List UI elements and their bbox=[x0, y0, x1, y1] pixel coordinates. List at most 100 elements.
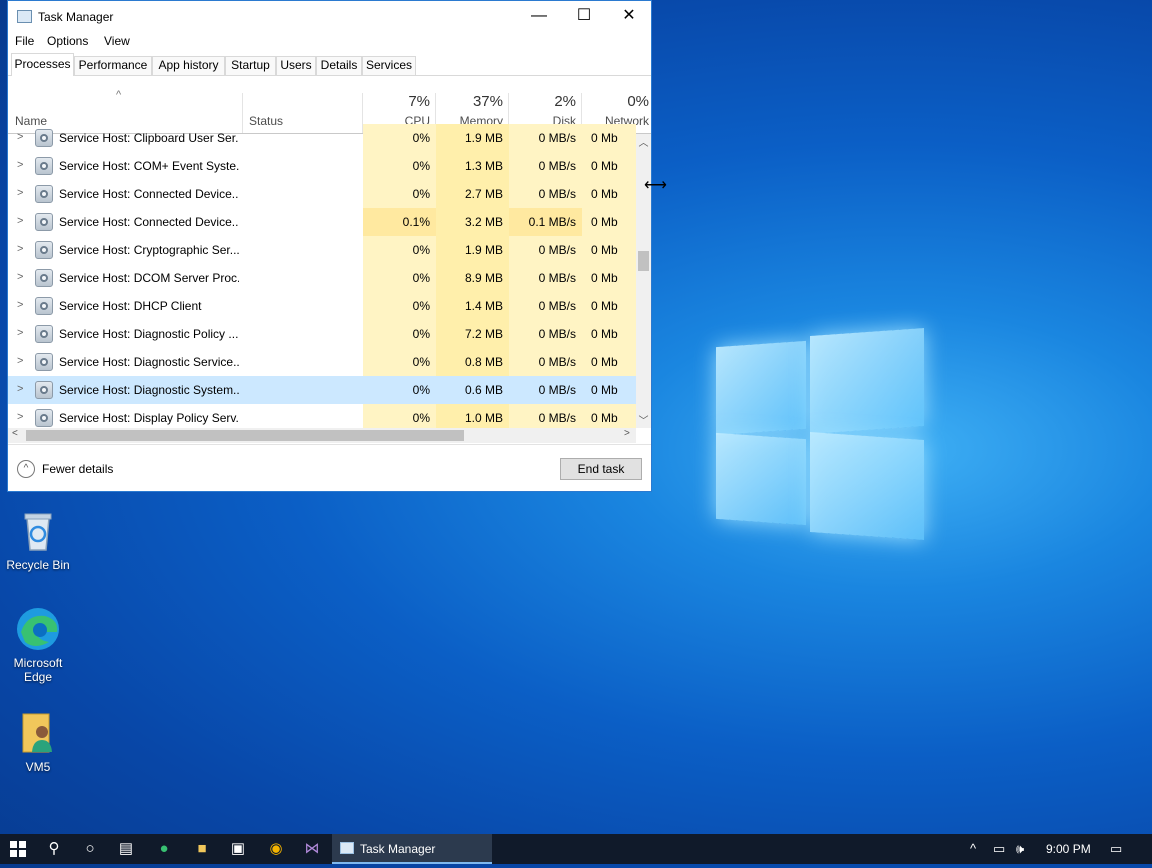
start-button[interactable] bbox=[0, 834, 36, 864]
expand-chevron-icon[interactable]: > bbox=[17, 299, 23, 311]
search-icon[interactable]: ⚲ bbox=[36, 834, 72, 864]
process-row[interactable]: > Service Host: Diagnostic System... 0% 0.6… bbox=[8, 376, 636, 404]
process-cpu: 0% bbox=[363, 292, 436, 320]
process-network: 0 Mb bbox=[582, 208, 636, 236]
process-network: 0 Mb bbox=[582, 180, 636, 208]
tab-users[interactable]: Users bbox=[276, 56, 316, 75]
process-cpu: 0% bbox=[363, 152, 436, 180]
process-network: 0 Mb bbox=[582, 348, 636, 376]
service-host-gear-icon bbox=[35, 241, 53, 259]
expand-chevron-icon[interactable]: > bbox=[17, 159, 23, 171]
expand-chevron-icon[interactable]: > bbox=[17, 271, 23, 283]
taskbar-task-manager[interactable]: Task Manager bbox=[332, 834, 492, 864]
process-row[interactable]: > Service Host: Cryptographic Ser... 0% 1.9… bbox=[8, 236, 636, 264]
process-memory: 0.6 MB bbox=[436, 376, 509, 404]
service-host-gear-icon bbox=[35, 269, 53, 287]
windows-start-icon bbox=[10, 841, 26, 857]
disk-total: 2% bbox=[554, 93, 576, 110]
tab-strip: Processes Performance App history Startu… bbox=[8, 51, 651, 76]
desktop-icon-vm5[interactable]: VM5 bbox=[0, 710, 76, 774]
service-host-gear-icon bbox=[35, 297, 53, 315]
scroll-up-arrow-icon[interactable]: ︿ bbox=[636, 134, 651, 149]
process-cpu: 0% bbox=[363, 124, 436, 152]
tab-app-history[interactable]: App history bbox=[152, 56, 225, 75]
horizontal-scroll-thumb[interactable] bbox=[26, 430, 464, 441]
expand-chevron-icon[interactable]: > bbox=[17, 383, 23, 395]
action-center-icon[interactable]: ▭ bbox=[1110, 834, 1122, 864]
task-view-icon[interactable]: ▤ bbox=[108, 834, 144, 864]
process-row[interactable]: > Service Host: COM+ Event Syste... 0% 1.3 … bbox=[8, 152, 636, 180]
desktop-icon-recycle-bin[interactable]: Recycle Bin bbox=[0, 508, 76, 572]
expand-chevron-icon[interactable]: > bbox=[17, 187, 23, 199]
expand-chevron-icon[interactable]: > bbox=[17, 327, 23, 339]
process-network: 0 Mb bbox=[582, 320, 636, 348]
expand-chevron-icon[interactable]: > bbox=[17, 131, 23, 143]
process-disk: 0.1 MB/s bbox=[509, 208, 582, 236]
process-row[interactable]: > Service Host: Display Policy Serv... 0% 1… bbox=[8, 404, 636, 428]
process-cpu: 0% bbox=[363, 376, 436, 404]
tab-performance[interactable]: Performance bbox=[74, 56, 152, 75]
end-task-button[interactable]: End task bbox=[560, 458, 642, 480]
cortana-icon[interactable]: ○ bbox=[72, 834, 108, 864]
maximize-button[interactable]: ☐ bbox=[561, 1, 607, 31]
horizontal-scrollbar[interactable]: < > bbox=[8, 428, 636, 443]
process-cpu: 0.1% bbox=[363, 208, 436, 236]
close-button[interactable]: ✕ bbox=[606, 1, 652, 31]
title-bar[interactable]: Task Manager — ☐ ✕ bbox=[8, 1, 651, 31]
process-network: 0 Mb bbox=[582, 264, 636, 292]
desktop-icon-edge[interactable]: Microsoft Edge bbox=[0, 606, 76, 684]
process-row[interactable]: > Service Host: Diagnostic Service... 0% 0.… bbox=[8, 348, 636, 376]
network-icon[interactable]: ▭ bbox=[993, 834, 1005, 864]
service-host-gear-icon bbox=[35, 381, 53, 399]
clock[interactable]: 9:00 PM bbox=[1046, 842, 1091, 856]
menu-bar: File Options View bbox=[8, 31, 651, 51]
process-row[interactable]: > Service Host: Clipboard User Ser... 0% 1.… bbox=[8, 124, 636, 152]
process-name: Service Host: Display Policy Serv... bbox=[59, 411, 239, 425]
chrome-icon[interactable]: ◉ bbox=[258, 834, 294, 864]
task-manager-window[interactable]: Task Manager — ☐ ✕ File Options View Pro… bbox=[7, 0, 652, 492]
menu-options[interactable]: Options bbox=[47, 34, 88, 48]
process-memory: 1.9 MB bbox=[436, 236, 509, 264]
sort-ascending-icon: ^ bbox=[116, 89, 122, 101]
scroll-right-arrow-icon[interactable]: > bbox=[624, 428, 630, 439]
process-memory: 1.3 MB bbox=[436, 152, 509, 180]
store-icon[interactable]: ▣ bbox=[220, 834, 256, 864]
visual-studio-icon[interactable]: ⋈ bbox=[294, 834, 330, 864]
process-row[interactable]: > Service Host: Connected Device... 0% 2.7 … bbox=[8, 180, 636, 208]
expand-chevron-icon[interactable]: > bbox=[17, 215, 23, 227]
footer: ^ Fewer details End task bbox=[8, 444, 651, 493]
tab-services[interactable]: Services bbox=[362, 56, 416, 75]
process-network: 0 Mb bbox=[582, 292, 636, 320]
expand-chevron-icon[interactable]: > bbox=[17, 355, 23, 367]
menu-view[interactable]: View bbox=[104, 34, 130, 48]
volume-icon[interactable]: 🕪 bbox=[1016, 834, 1024, 864]
tab-processes[interactable]: Processes bbox=[11, 53, 74, 76]
chevron-up-circle-icon[interactable]: ^ bbox=[17, 460, 35, 478]
process-network: 0 Mb bbox=[582, 404, 636, 428]
edge-taskbar-icon[interactable]: ● bbox=[146, 834, 182, 864]
process-list[interactable]: > Service Host: Clipboard User Ser... 0% 1.… bbox=[8, 124, 636, 428]
menu-file[interactable]: File bbox=[15, 34, 34, 48]
process-name: Service Host: Clipboard User Ser... bbox=[59, 131, 239, 145]
tab-details[interactable]: Details bbox=[316, 56, 362, 75]
tab-startup[interactable]: Startup bbox=[225, 56, 276, 75]
show-hidden-icons-icon[interactable]: ^ bbox=[970, 834, 976, 864]
process-row[interactable]: > Service Host: DHCP Client 0% 1.4 MB 0 MB/s… bbox=[8, 292, 636, 320]
process-memory: 7.2 MB bbox=[436, 320, 509, 348]
expand-chevron-icon[interactable]: > bbox=[17, 243, 23, 255]
vertical-scroll-thumb[interactable] bbox=[638, 251, 649, 271]
process-disk: 0 MB/s bbox=[509, 348, 582, 376]
fewer-details-link[interactable]: Fewer details bbox=[42, 462, 113, 476]
file-explorer-icon[interactable]: ■ bbox=[184, 834, 220, 864]
process-memory: 1.9 MB bbox=[436, 124, 509, 152]
process-row[interactable]: > Service Host: Diagnostic Policy ... 0% 7.… bbox=[8, 320, 636, 348]
process-cpu: 0% bbox=[363, 264, 436, 292]
scroll-down-arrow-icon[interactable]: ﹀ bbox=[636, 412, 651, 427]
process-row[interactable]: > Service Host: Connected Device... 0.1% 3.… bbox=[8, 208, 636, 236]
window-title: Task Manager bbox=[38, 10, 114, 24]
minimize-button[interactable]: — bbox=[516, 1, 562, 31]
process-cpu: 0% bbox=[363, 320, 436, 348]
expand-chevron-icon[interactable]: > bbox=[17, 411, 23, 423]
process-row[interactable]: > Service Host: DCOM Server Proc... 0% 8.9 … bbox=[8, 264, 636, 292]
scroll-left-arrow-icon[interactable]: < bbox=[12, 428, 18, 439]
